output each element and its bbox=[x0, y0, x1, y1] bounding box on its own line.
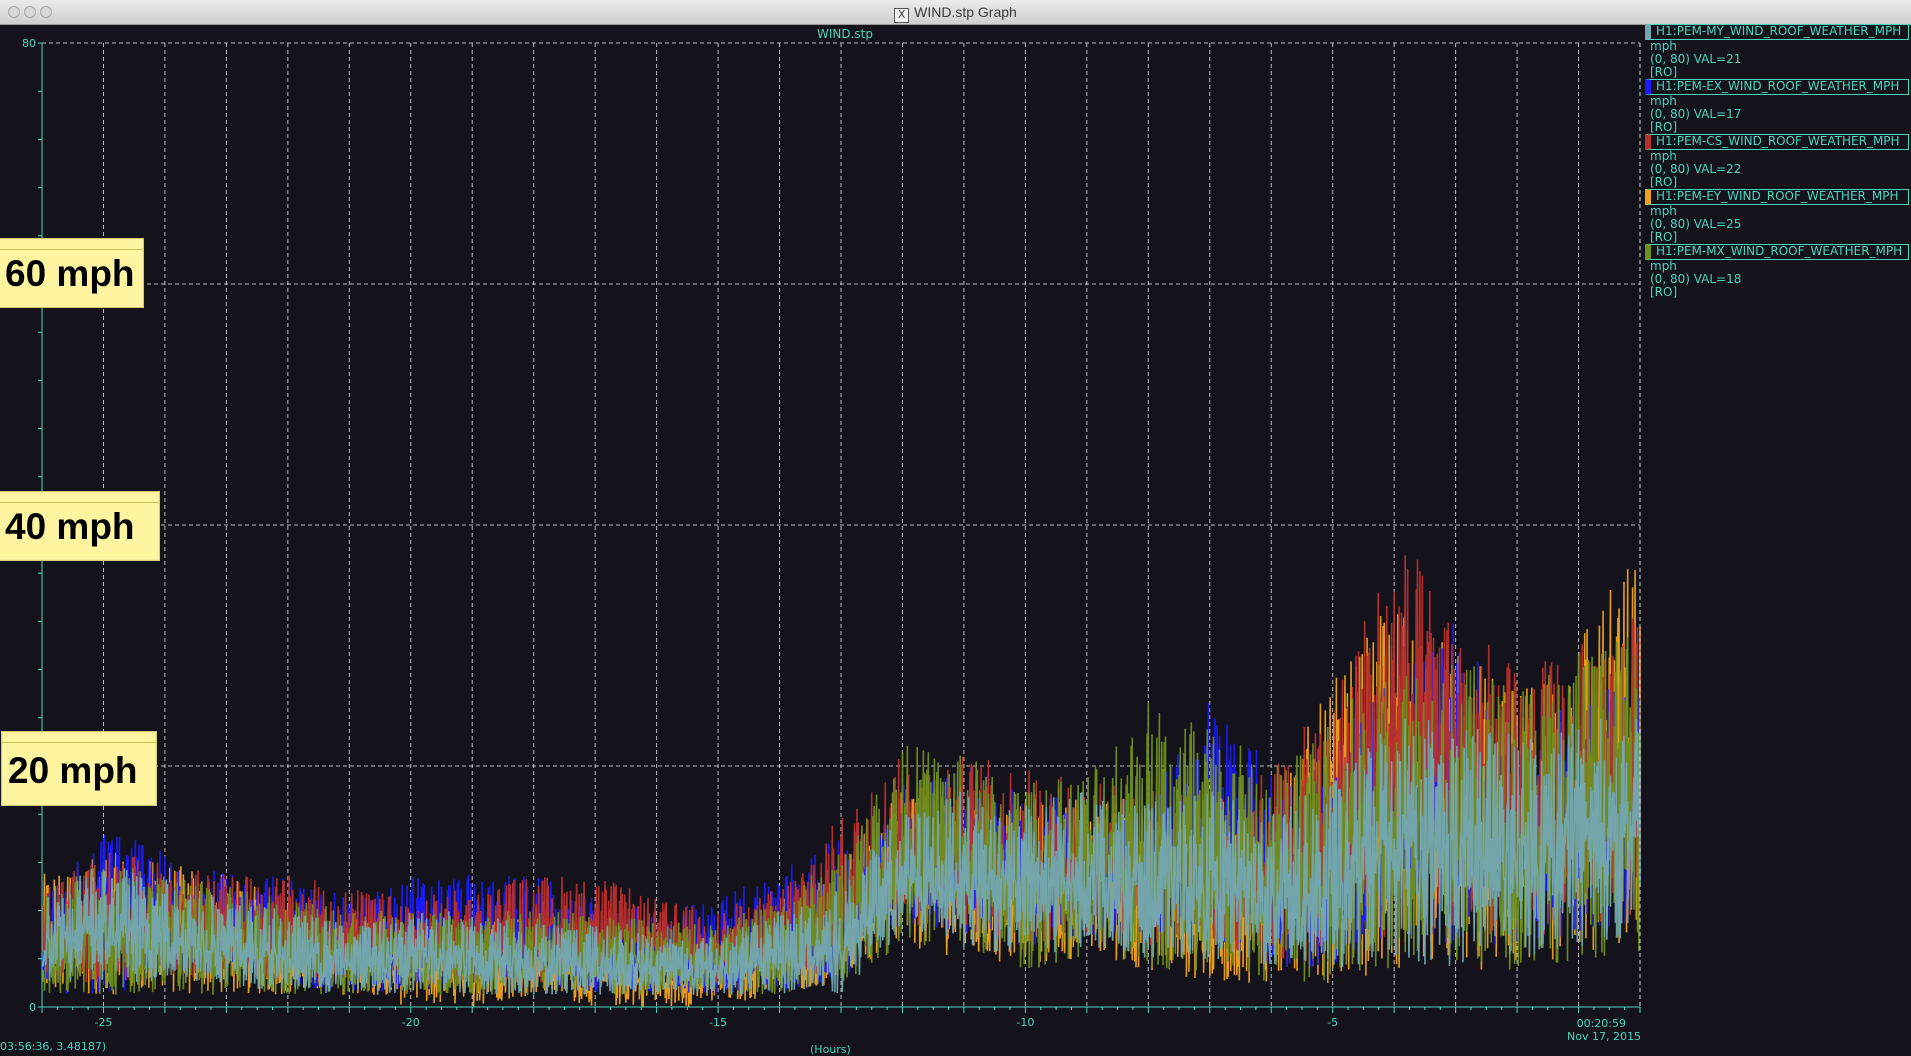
legend-series-name[interactable]: H1:PEM-CS_WIND_ROOF_WEATHER_MPH bbox=[1645, 134, 1909, 150]
chart-title: WIND.stp bbox=[816, 27, 873, 41]
annotation-60mph: 60 mph bbox=[0, 238, 144, 308]
x-tick-label: -20 bbox=[402, 1016, 420, 1029]
legend-entry[interactable]: H1:PEM-MX_WIND_ROOF_WEATHER_MPH mph (0, 80… bbox=[1645, 244, 1909, 299]
window-title-text: WIND.stp Graph bbox=[914, 4, 1017, 20]
legend-entry[interactable]: H1:PEM-MY_WIND_ROOF_WEATHER_MPH mph (0, 80… bbox=[1645, 24, 1909, 79]
legend-entry[interactable]: H1:PEM-CS_WIND_ROOF_WEATHER_MPH mph (0, 80… bbox=[1645, 134, 1909, 189]
legend-entry[interactable]: H1:PEM-EY_WIND_ROOF_WEATHER_MPH mph (0, 80… bbox=[1645, 189, 1909, 244]
legend-series-name[interactable]: H1:PEM-EX_WIND_ROOF_WEATHER_MPH bbox=[1645, 79, 1909, 95]
window-title: X WIND.stp Graph bbox=[0, 4, 1911, 23]
annotation-40mph: 40 mph bbox=[0, 491, 160, 561]
legend-mode: [RO] bbox=[1650, 230, 1678, 244]
x-tick-label: -10 bbox=[1016, 1016, 1034, 1029]
y-tick-label: 0 bbox=[29, 1001, 36, 1014]
legend-range: (0, 80) VAL=25 bbox=[1650, 217, 1742, 231]
x11-icon: X bbox=[894, 8, 910, 23]
legend-series-name[interactable]: H1:PEM-MY_WIND_ROOF_WEATHER_MPH bbox=[1645, 24, 1909, 40]
time-label: 00:20:59 bbox=[1576, 1017, 1626, 1030]
x-tick-label: -15 bbox=[709, 1016, 727, 1029]
legend-range: (0, 80) VAL=22 bbox=[1650, 162, 1742, 176]
y-tick-label: 80 bbox=[22, 37, 36, 50]
x-axis-label: (Hours) bbox=[810, 1043, 851, 1056]
window-titlebar: X WIND.stp Graph bbox=[0, 0, 1911, 25]
legend-series-name[interactable]: H1:PEM-EY_WIND_ROOF_WEATHER_MPH bbox=[1645, 189, 1909, 205]
legend: H1:PEM-MY_WIND_ROOF_WEATHER_MPH mph (0, 80… bbox=[1645, 24, 1909, 299]
legend-mode: [RO] bbox=[1650, 175, 1678, 189]
legend-mode: [RO] bbox=[1650, 120, 1678, 134]
annotation-20mph: 20 mph bbox=[1, 731, 157, 806]
chart-plot[interactable]: 0 80 -25 -20 -15 -10 -5 bbox=[0, 25, 1911, 1052]
legend-range: (0, 80) VAL=17 bbox=[1650, 107, 1742, 121]
legend-entry[interactable]: H1:PEM-EX_WIND_ROOF_WEATHER_MPH mph (0, 80… bbox=[1645, 79, 1909, 134]
legend-mode: [RO] bbox=[1650, 285, 1678, 299]
x-tick-label: -25 bbox=[94, 1016, 112, 1029]
legend-mode: [RO] bbox=[1650, 65, 1678, 79]
x-tick-label: -5 bbox=[1327, 1016, 1338, 1029]
legend-series-name[interactable]: H1:PEM-MX_WIND_ROOF_WEATHER_MPH bbox=[1645, 244, 1909, 260]
legend-range: (0, 80) VAL=18 bbox=[1650, 272, 1742, 286]
date-label: Nov 17, 2015 bbox=[1567, 1030, 1641, 1043]
legend-range: (0, 80) VAL=21 bbox=[1650, 52, 1742, 66]
cursor-readout: 03:56:36, 3.48187) bbox=[0, 1040, 107, 1053]
